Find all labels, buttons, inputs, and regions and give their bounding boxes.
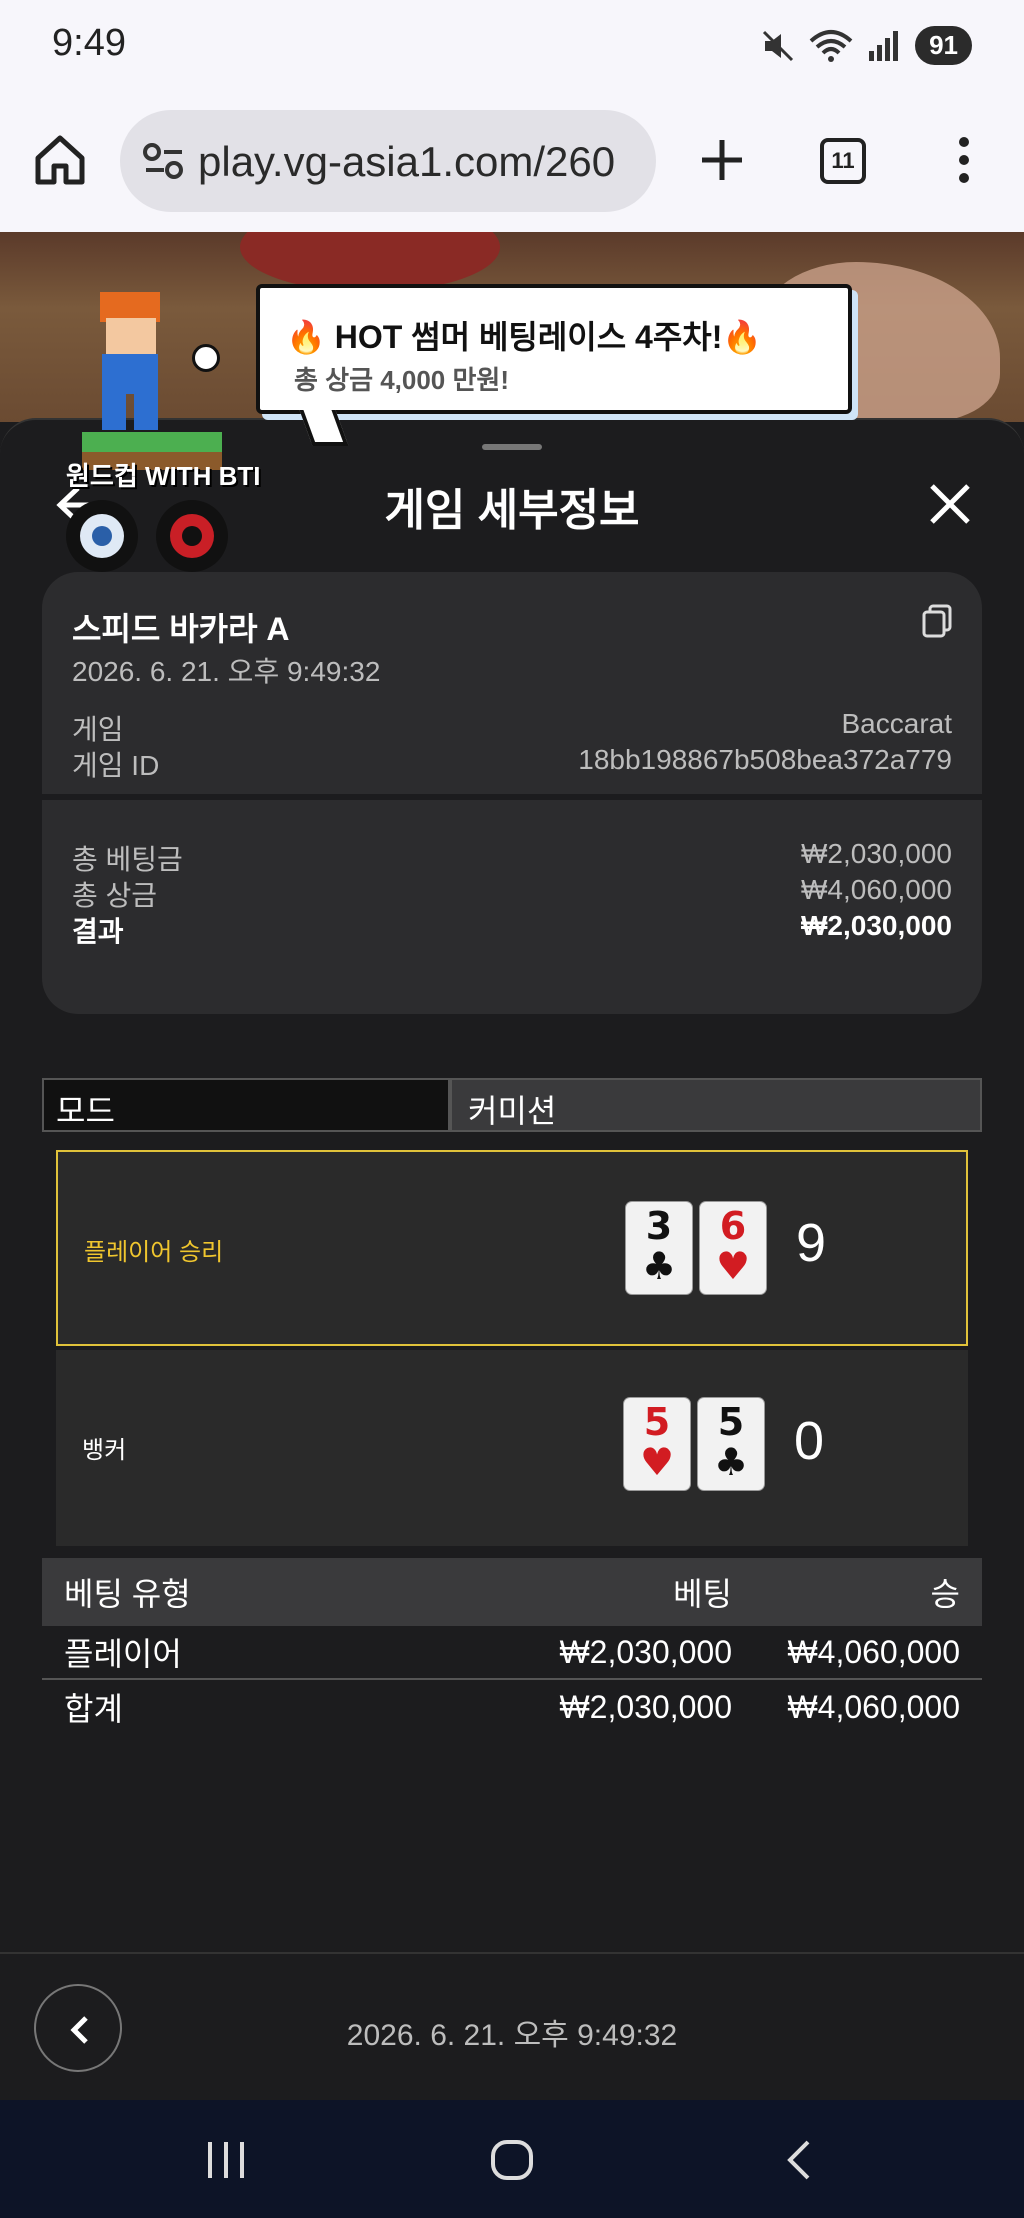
mode-bar: 모드 커미션 (42, 1078, 982, 1132)
more-menu-icon[interactable] (944, 132, 984, 188)
wifi-icon (809, 29, 853, 62)
copy-icon[interactable] (922, 604, 952, 638)
modal-footer: 2026. 6. 21. 오후 9:49:32 (0, 1952, 1024, 2102)
game-type-value: Baccarat (841, 708, 953, 739)
total-win-value: ₩4,060,000 (801, 874, 952, 905)
recent-apps-icon[interactable] (204, 2140, 248, 2180)
bet-type-header: 베팅 유형 (64, 1576, 191, 1612)
total-bet-value: ₩2,030,000 (801, 838, 952, 869)
club-icon: ♣ (713, 1440, 749, 1484)
bet-amount-cell: ₩2,030,000 (559, 1688, 732, 1725)
browser-toolbar: play.vg-asia1.com/260 11 (0, 92, 1024, 232)
back-nav-icon[interactable] (780, 2140, 820, 2180)
win-header: 승 (930, 1576, 960, 1612)
heart-icon: ♥ (715, 1244, 751, 1288)
bet-table-header: 베팅 유형 베팅 승 (42, 1558, 982, 1626)
game-type-label: 게임 (72, 714, 124, 745)
player-hand-row: 플레이어 승리 3 ♣ 6 ♥ 9 (56, 1150, 968, 1346)
footer-datetime: 2026. 6. 21. 오후 9:49:32 (346, 2019, 678, 2052)
battery-indicator: 91 (915, 26, 972, 65)
total-win-row: 총 상금 ₩4,060,000 (72, 874, 952, 914)
bet-table: 베팅 유형 베팅 승 플레이어 ₩2,030,000 ₩4,060,000 합계… (42, 1558, 982, 1734)
heart-icon: ♥ (639, 1440, 675, 1484)
status-time: 9:49 (52, 22, 126, 64)
status-icons: 91 (761, 26, 972, 65)
close-icon[interactable] (924, 478, 976, 530)
signal-icon (869, 30, 899, 61)
soccer-ball-icon (192, 344, 220, 372)
divider (42, 794, 982, 800)
card-rank: 5 (717, 1400, 745, 1444)
total-bet-row: 총 베팅금 ₩2,030,000 (72, 838, 952, 878)
tab-switcher-button[interactable]: 11 (820, 138, 866, 184)
home-nav-icon[interactable] (490, 2140, 534, 2180)
player-hand-label: 플레이어 승리 (84, 1239, 224, 1266)
promo-subtitle: 총 상금 4,000 만원! (294, 365, 509, 395)
system-nav-bar (0, 2100, 1024, 2218)
total-bet-label: 총 베팅금 (72, 844, 183, 875)
mode-label: 모드 (42, 1078, 450, 1132)
result-value: ₩2,030,000 (801, 910, 952, 941)
win-amount-cell: ₩4,060,000 (787, 1633, 960, 1670)
dealer-shape (240, 232, 500, 292)
game-details-modal: 게임 세부정보 스피드 바카라 A 2026. 6. 21. 오후 9:49:3… (0, 418, 1024, 2102)
banker-hand-row: 뱅커 5 ♥ 5 ♣ 0 (56, 1350, 968, 1546)
bet-type-cell: 합계 (64, 1691, 123, 1727)
game-id-value: 18bb198867b508bea372a779 (578, 744, 952, 775)
player-score: 9 (796, 1213, 827, 1273)
bet-amount-cell: ₩2,030,000 (559, 1633, 732, 1670)
promo-banner[interactable]: 🔥 HOT 썸머 베팅레이스 4주차!🔥 총 상금 4,000 만원! (256, 284, 852, 414)
home-icon[interactable] (30, 130, 90, 190)
status-bar: 9:49 91 (0, 0, 1024, 92)
mute-icon (763, 30, 794, 61)
table-row: 플레이어 ₩2,030,000 ₩4,060,000 (42, 1626, 982, 1680)
playing-card: 5 ♣ (698, 1398, 764, 1490)
game-id-label: 게임 ID (72, 750, 160, 781)
playing-card: 3 ♣ (626, 1202, 692, 1294)
win-amount-cell: ₩4,060,000 (787, 1688, 960, 1725)
card-rank: 5 (643, 1400, 671, 1444)
blue-chip-icon[interactable] (66, 500, 138, 572)
card-rank: 6 (719, 1204, 747, 1248)
new-tab-icon[interactable] (690, 128, 754, 192)
site-info-icon[interactable] (142, 142, 186, 182)
banker-hand-label: 뱅커 (82, 1437, 127, 1464)
game-id-row: 게임 ID 18bb198867b508bea372a779 (72, 744, 952, 784)
table-row-total: 합계 ₩2,030,000 ₩4,060,000 (42, 1680, 982, 1734)
game-datetime: 2026. 6. 21. 오후 9:49:32 (72, 656, 381, 687)
banker-score: 0 (794, 1411, 825, 1471)
game-info-card: 스피드 바카라 A 2026. 6. 21. 오후 9:49:32 게임 Bac… (42, 572, 982, 1014)
playing-card: 6 ♥ (700, 1202, 766, 1294)
mascot-caption: 원드컵 WITH BTI (66, 461, 261, 491)
sheet-grabber[interactable] (482, 444, 542, 450)
bet-type-cell: 플레이어 (64, 1636, 182, 1672)
mode-value: 커미션 (450, 1078, 982, 1132)
total-win-label: 총 상금 (72, 880, 158, 911)
url-bar[interactable]: play.vg-asia1.com/260 (120, 110, 656, 212)
bet-header: 베팅 (673, 1576, 732, 1612)
card-rank: 3 (645, 1204, 673, 1248)
promo-title: 🔥 HOT 썸머 베팅레이스 4주차!🔥 (286, 319, 763, 355)
club-icon: ♣ (641, 1244, 677, 1288)
red-chip-icon[interactable] (156, 500, 228, 572)
playing-card: 5 ♥ (624, 1398, 690, 1490)
game-name: 스피드 바카라 A (72, 611, 290, 647)
url-text: play.vg-asia1.com/260 (198, 138, 616, 185)
result-row: 결과 ₩2,030,000 (72, 910, 952, 950)
game-type-row: 게임 Baccarat (72, 708, 952, 748)
result-label: 결과 (72, 916, 124, 947)
